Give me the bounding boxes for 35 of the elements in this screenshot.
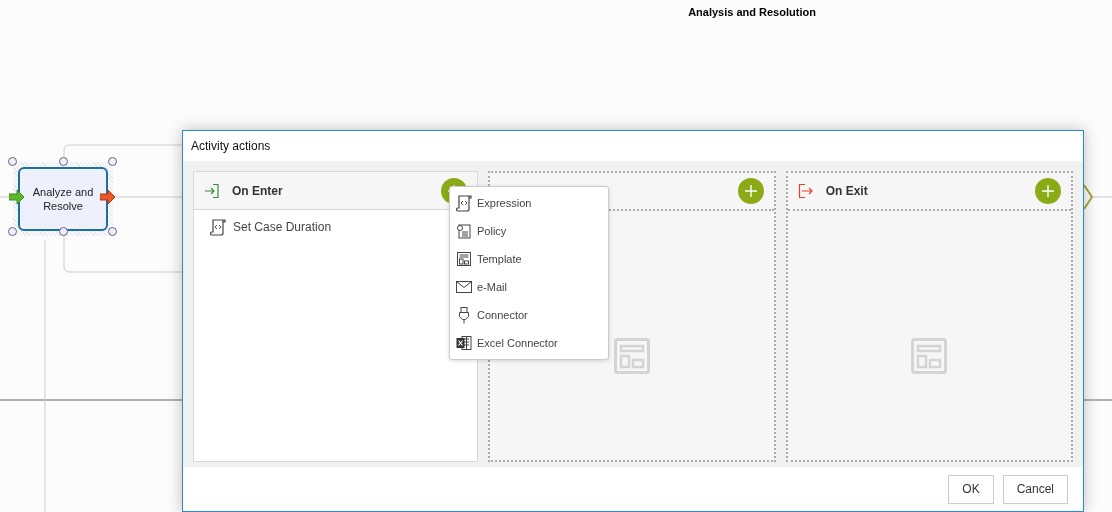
empty-layout-icon (614, 337, 650, 374)
selection-handle[interactable] (108, 227, 117, 236)
task-label: Analyze and Resolve (31, 185, 95, 213)
envelope-icon (456, 281, 472, 293)
incoming-arrow-icon (9, 190, 25, 204)
menu-item[interactable]: e-Mail (450, 273, 608, 301)
dialog-title: Activity actions (190, 138, 272, 155)
page-title: Analysis and Resolution (687, 5, 817, 20)
add-button[interactable] (737, 178, 764, 204)
spreadsheet-icon (456, 335, 472, 351)
plus-icon (743, 184, 758, 198)
empty-layout-icon (911, 337, 948, 374)
plus-icon (1041, 184, 1055, 198)
script-icon (456, 194, 472, 212)
selection-handle[interactable] (8, 227, 17, 236)
selection-handle[interactable] (59, 157, 68, 166)
selection-handle[interactable] (108, 157, 117, 166)
menu-item[interactable]: Connector (450, 301, 608, 329)
menu-item[interactable]: Template (450, 245, 608, 273)
plug-icon (458, 306, 470, 324)
script-icon (210, 218, 226, 236)
enter-icon (204, 182, 220, 199)
task-node[interactable]: Analyze and Resolve (13, 162, 113, 236)
selection-handle[interactable] (8, 157, 17, 166)
document-icon (456, 223, 472, 239)
layout-icon (456, 251, 472, 267)
dialog-button[interactable]: OK (948, 474, 994, 504)
selection-handle[interactable] (59, 227, 68, 236)
exit-icon (797, 183, 814, 199)
menu-item[interactable]: Excel Connector (450, 329, 608, 357)
panel-title: On Enter (232, 182, 283, 200)
outgoing-arrow-icon (100, 190, 116, 204)
dialog-button[interactable]: Cancel (1002, 474, 1068, 504)
panel-title: On Exit (825, 183, 868, 200)
add-button[interactable] (1035, 178, 1061, 204)
